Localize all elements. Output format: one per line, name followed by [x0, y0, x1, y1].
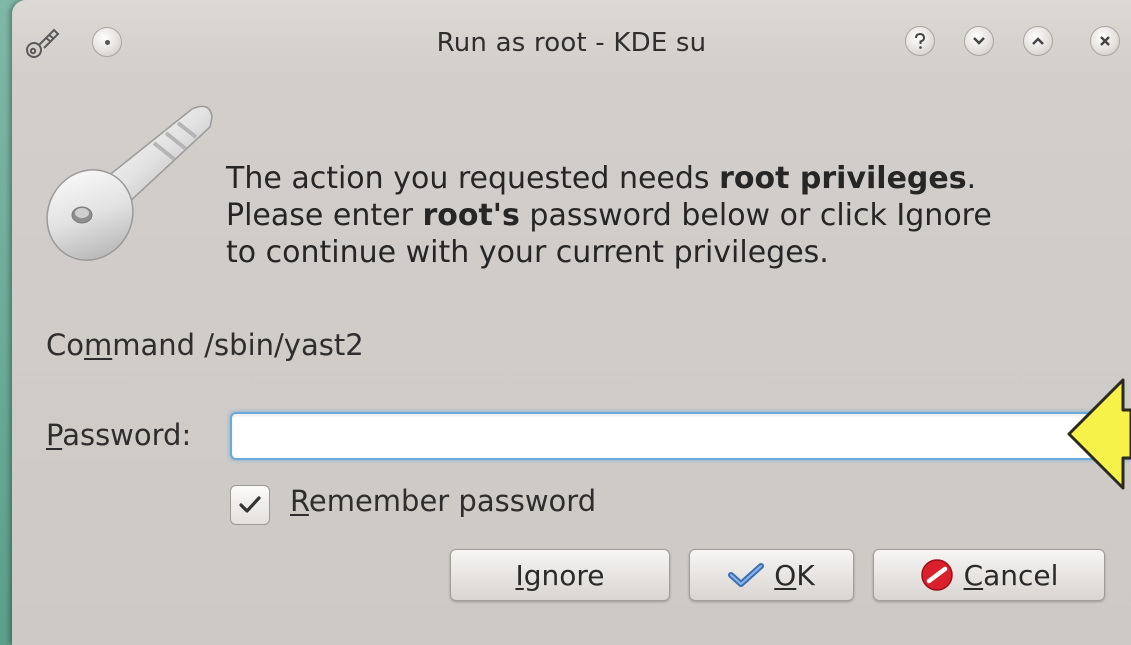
key-illustration-icon — [46, 105, 213, 261]
minimize-button[interactable] — [964, 26, 994, 56]
cancel-button-label: Cancel — [963, 558, 1059, 592]
password-label: Password: — [46, 418, 192, 452]
ignore-button[interactable]: Ignore — [450, 549, 670, 601]
checkmark-icon — [239, 496, 261, 513]
close-button[interactable] — [1090, 26, 1120, 56]
pointer-arrow-icon — [1067, 378, 1131, 490]
cancel-button[interactable]: Cancel — [873, 549, 1105, 601]
close-icon — [1100, 36, 1110, 46]
chevron-down-icon — [973, 37, 985, 45]
ok-check-icon — [728, 563, 765, 587]
password-input[interactable] — [230, 412, 1130, 460]
command-row: Command /sbin/yast2 — [46, 328, 364, 362]
help-button[interactable] — [905, 26, 935, 56]
chevron-up-icon — [1032, 37, 1044, 45]
remember-password-label[interactable]: Remember password — [290, 484, 596, 518]
cancel-icon — [920, 559, 953, 591]
command-value: /sbin/yast2 — [204, 328, 364, 362]
maximize-button[interactable] — [1023, 26, 1053, 56]
kdesu-dialog: Run as root - KDE su The action you requ… — [12, 0, 1131, 645]
title-bar[interactable]: Run as root - KDE su — [12, 0, 1131, 86]
privilege-message: The action you requested needs root priv… — [226, 160, 1106, 271]
ok-button-label: OK — [774, 558, 815, 592]
command-label: Command — [46, 328, 196, 362]
message-line3: to continue with your current privileges… — [226, 235, 829, 270]
message-line2: Please enter root's password below or cl… — [226, 198, 992, 233]
remember-password-checkbox[interactable] — [230, 485, 270, 525]
ok-button[interactable]: OK — [689, 549, 854, 601]
help-icon — [915, 32, 926, 49]
message-line1: The action you requested needs root priv… — [226, 161, 977, 196]
ignore-button-label: Ignore — [515, 558, 605, 592]
